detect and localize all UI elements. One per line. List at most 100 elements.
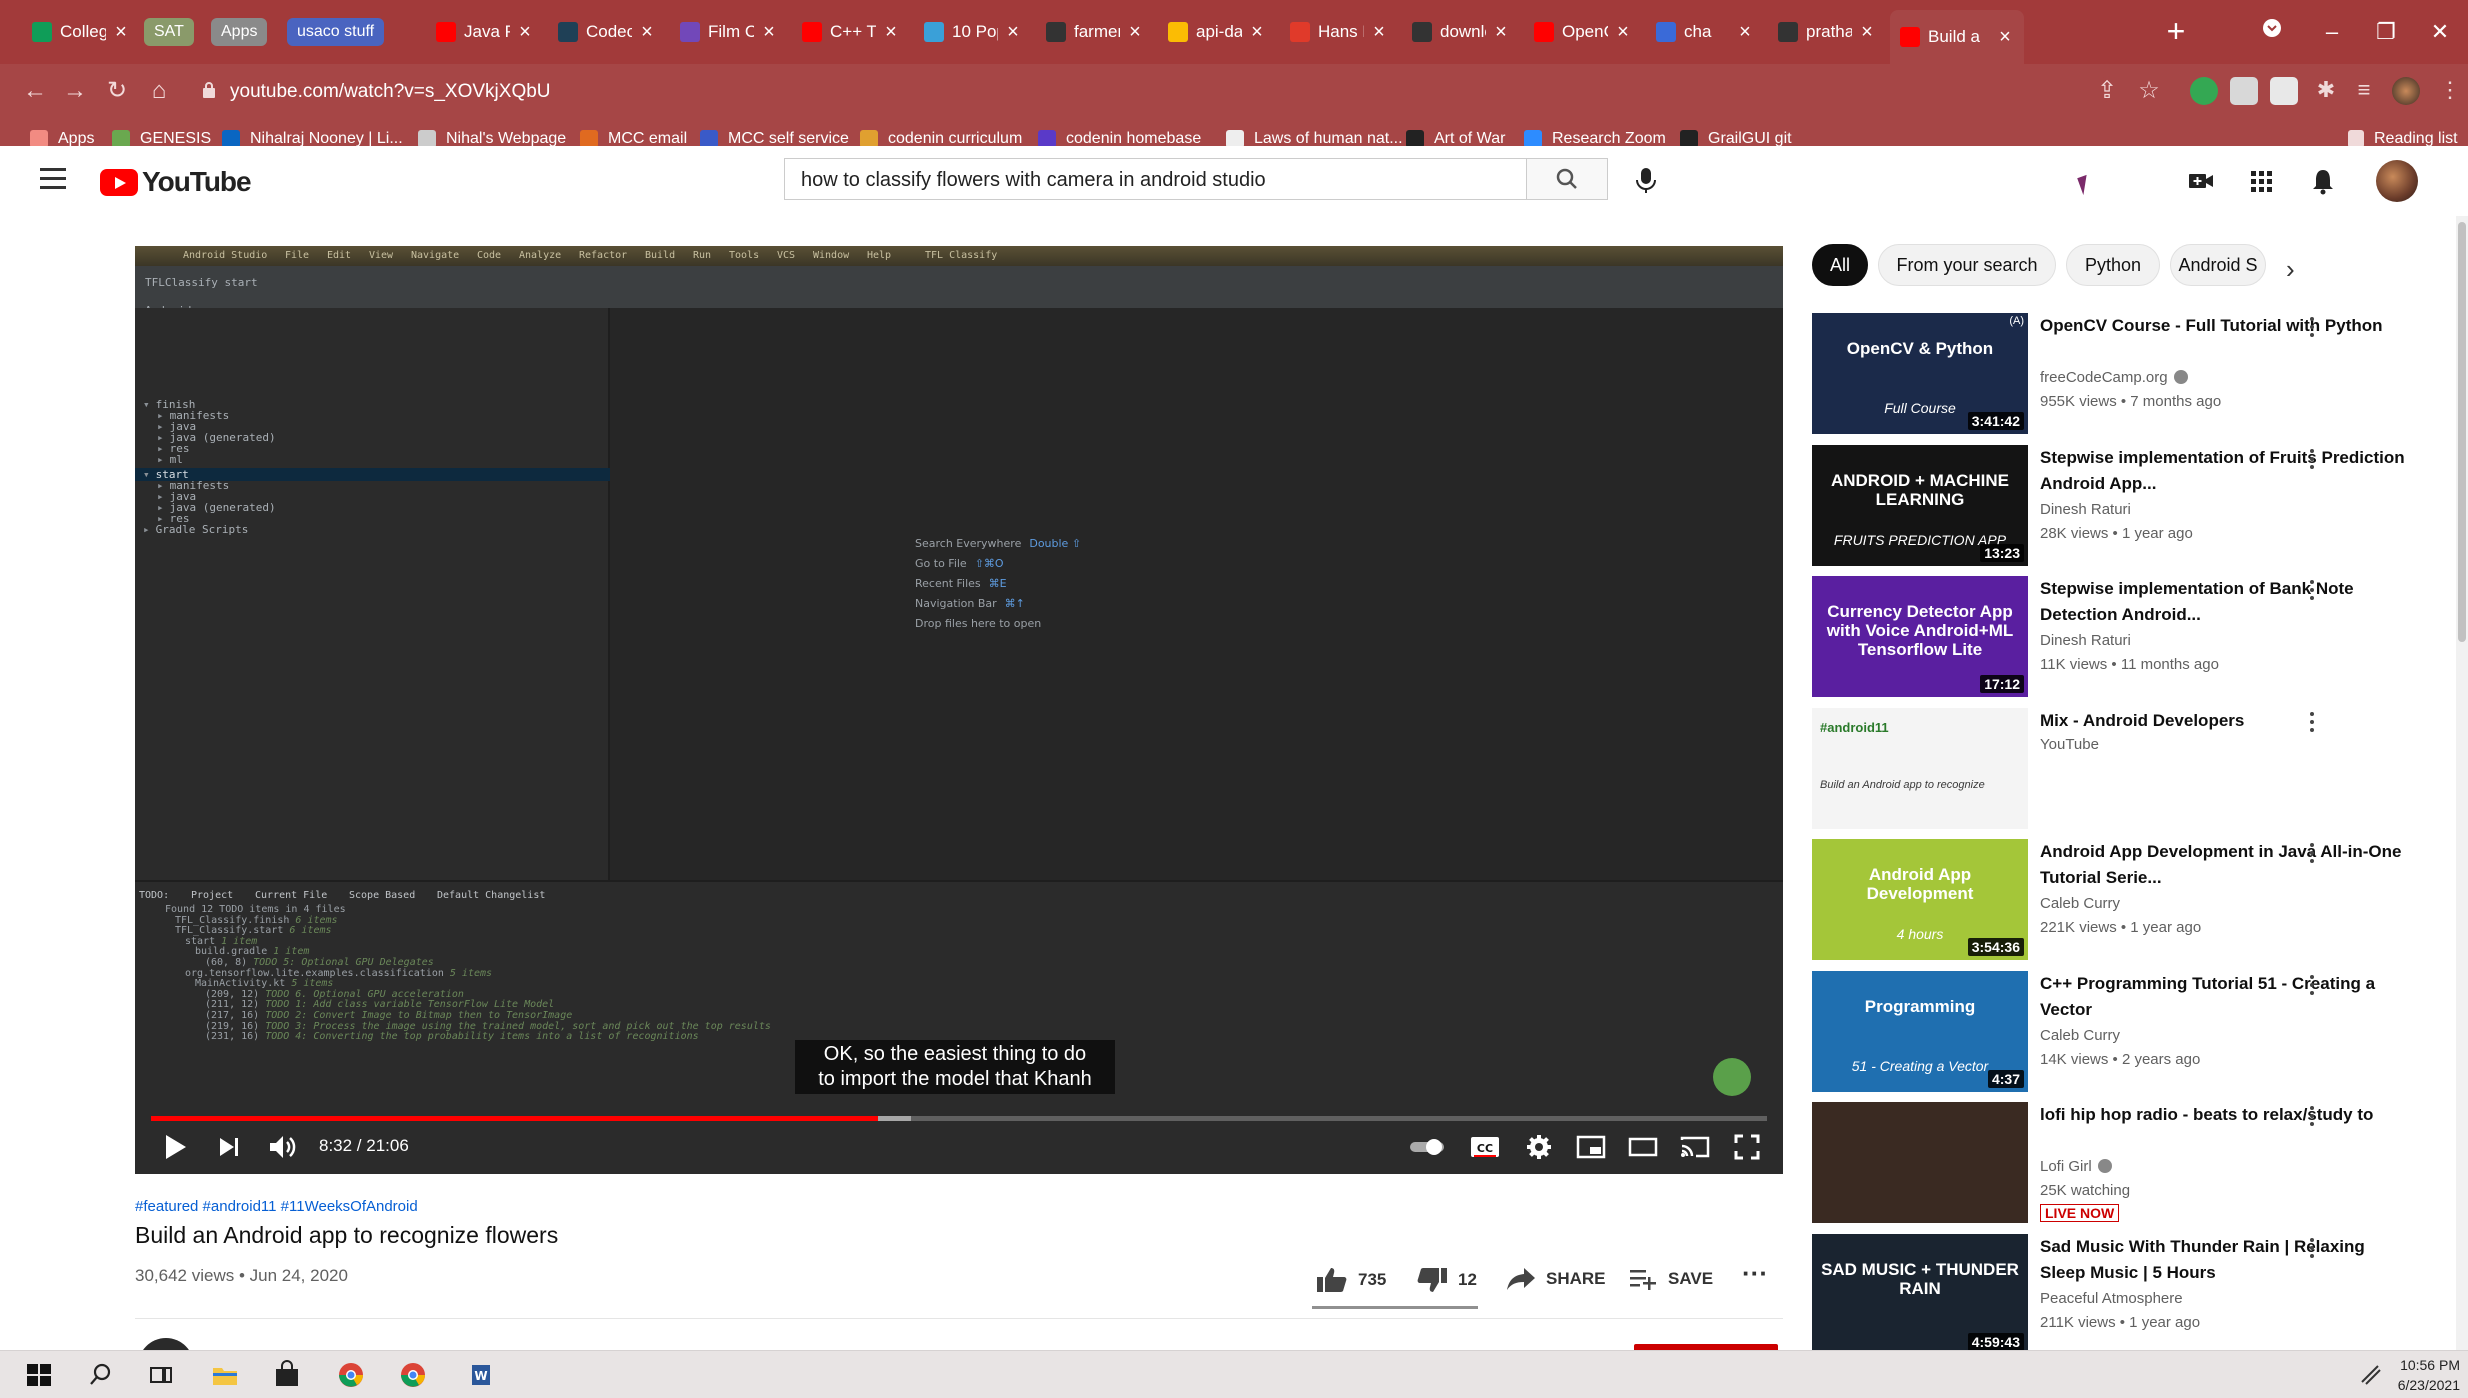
share-button[interactable]: SHARE bbox=[1506, 1266, 1606, 1292]
video-player[interactable]: Android Studio File Edit View Navigate Code An… bbox=[135, 246, 1783, 1174]
browser-menu-icon[interactable]: ⋮ bbox=[2436, 77, 2464, 105]
forward-icon[interactable]: → bbox=[58, 74, 92, 108]
menu-hamburger-icon[interactable] bbox=[40, 168, 66, 190]
more-options-icon[interactable] bbox=[2306, 317, 2318, 343]
reading-mode-icon[interactable]: ≡ bbox=[2350, 77, 2378, 105]
browser-tab[interactable]: farmer × bbox=[1036, 13, 1154, 51]
filter-chip[interactable]: All bbox=[1812, 244, 1868, 286]
tab-group-chip[interactable]: Apps bbox=[211, 18, 268, 46]
recommendation-item[interactable]: ANDROID + MACHINE LEARNING FRUITS PREDICT… bbox=[1812, 444, 2452, 569]
recommendation-item[interactable]: OpenCV & Python Full Course (A) 3:41:42 Open… bbox=[1812, 313, 2452, 437]
recommendation-thumbnail[interactable]: Currency Detector App with Voice Android… bbox=[1812, 576, 2028, 697]
recommendation-thumbnail[interactable]: #android11 Build an Android app to recogn… bbox=[1812, 707, 2028, 829]
active-tab[interactable]: Build a × bbox=[1890, 10, 2024, 64]
filter-chip[interactable]: Android S bbox=[2170, 244, 2266, 286]
next-button[interactable] bbox=[211, 1130, 247, 1164]
save-button[interactable]: SAVE bbox=[1628, 1266, 1713, 1292]
browser-tab[interactable]: prathar × bbox=[1768, 13, 1886, 51]
recommendation-channel[interactable]: Caleb Curry bbox=[2040, 1027, 2120, 1044]
search-button[interactable] bbox=[1526, 158, 1608, 200]
recommendation-title[interactable]: lofi hip hop radio - beats to relax/stud… bbox=[2040, 1102, 2410, 1128]
tab-close-icon[interactable]: × bbox=[882, 21, 900, 44]
browser-tab[interactable]: Film Cl × bbox=[670, 13, 788, 51]
apps-grid-icon[interactable] bbox=[2246, 166, 2276, 196]
chrome-icon[interactable] bbox=[398, 1360, 428, 1390]
youtube-logo[interactable]: YouTube bbox=[100, 166, 252, 198]
miniplayer-button[interactable] bbox=[1571, 1130, 1611, 1164]
video-progress-bar[interactable] bbox=[151, 1116, 1767, 1121]
tab-close-icon[interactable]: × bbox=[1370, 21, 1388, 44]
browser-tab[interactable]: Java Pr × bbox=[426, 13, 544, 51]
recommendation-thumbnail[interactable]: SAD MUSIC + THUNDER RAIN 4:59:43 bbox=[1812, 1233, 2028, 1355]
more-options-icon[interactable] bbox=[2306, 974, 2318, 1001]
like-button[interactable]: 735 bbox=[1316, 1266, 1386, 1294]
search-icon[interactable] bbox=[86, 1360, 116, 1390]
task-view-icon[interactable] bbox=[146, 1360, 176, 1390]
recommendation-item[interactable]: Programming 51 - Creating a Vector 4:37 C++… bbox=[1812, 970, 2452, 1095]
account-avatar[interactable] bbox=[2376, 160, 2418, 202]
browser-tab[interactable]: Codeca × bbox=[548, 13, 666, 51]
chrome-profile-icon[interactable] bbox=[336, 1360, 366, 1390]
recommendation-channel[interactable]: Dinesh Raturi bbox=[2040, 501, 2131, 518]
fullscreen-button[interactable] bbox=[1727, 1130, 1767, 1164]
recommendation-channel[interactable]: Dinesh Raturi bbox=[2040, 632, 2131, 649]
taskbar-clock[interactable]: 10:56 PM 6/23/2021 bbox=[2396, 1355, 2460, 1395]
profile-avatar[interactable] bbox=[2392, 77, 2420, 105]
back-icon[interactable]: ← bbox=[18, 74, 52, 108]
word-icon[interactable]: W bbox=[466, 1360, 496, 1390]
grammarly-extension-icon[interactable] bbox=[2190, 77, 2218, 105]
tab-group-chip[interactable]: SAT bbox=[144, 18, 194, 46]
recommendation-title[interactable]: Mix - Android Developers bbox=[2040, 708, 2410, 734]
tab-close-icon[interactable]: × bbox=[1492, 21, 1510, 44]
home-icon[interactable]: ⌂ bbox=[142, 74, 176, 108]
page-scrollbar[interactable] bbox=[2456, 216, 2468, 1350]
extension-icon[interactable] bbox=[2270, 77, 2298, 105]
tab-close-icon[interactable]: × bbox=[112, 21, 130, 44]
network-icon[interactable] bbox=[2356, 1360, 2386, 1390]
extension-icon[interactable] bbox=[2230, 77, 2258, 105]
more-options-icon[interactable] bbox=[2306, 448, 2318, 475]
recommendation-thumbnail[interactable]: Programming 51 - Creating a Vector 4:37 bbox=[1812, 970, 2028, 1092]
tab-search-icon[interactable] bbox=[2252, 14, 2292, 50]
file-explorer-icon[interactable] bbox=[210, 1360, 240, 1390]
puzzle-extensions-icon[interactable]: ✱ bbox=[2312, 77, 2340, 105]
more-options-icon[interactable] bbox=[2306, 1106, 2318, 1132]
autoplay-toggle[interactable] bbox=[1405, 1130, 1451, 1164]
browser-tab[interactable]: Hans R × bbox=[1280, 13, 1398, 51]
browser-tab[interactable]: C++ Tu × bbox=[792, 13, 910, 51]
tab-close-icon[interactable]: × bbox=[1858, 21, 1876, 44]
recommendation-title[interactable]: Stepwise implementation of Fruits Predic… bbox=[2040, 445, 2410, 497]
recommendation-channel[interactable]: Peaceful Atmosphere bbox=[2040, 1290, 2183, 1307]
chips-next-icon[interactable]: › bbox=[2286, 254, 2295, 285]
recommendation-title[interactable]: Stepwise implementation of Bank Note Det… bbox=[2040, 576, 2410, 628]
recommendation-channel[interactable]: YouTube bbox=[2040, 736, 2099, 753]
recommendation-channel[interactable]: Caleb Curry bbox=[2040, 895, 2120, 912]
browser-tab[interactable]: Colleg × bbox=[22, 13, 140, 51]
search-input[interactable]: how to classify flowers with camera in a… bbox=[784, 158, 1526, 200]
tab-group-chip[interactable]: usaco stuff bbox=[287, 18, 385, 46]
tab-close-icon[interactable]: × bbox=[1248, 21, 1266, 44]
omnibox[interactable]: youtube.com/watch?v=s_XOVkjXQbU bbox=[190, 73, 2110, 109]
minimize-button[interactable]: – bbox=[2312, 14, 2352, 50]
install-app-icon[interactable]: ⇪ bbox=[2090, 74, 2124, 108]
browser-tab[interactable]: downlo × bbox=[1402, 13, 1520, 51]
voice-search-icon[interactable] bbox=[1626, 160, 1666, 200]
volume-button[interactable] bbox=[263, 1130, 303, 1164]
recommendation-thumbnail[interactable]: Android App Development 4 hours 3:54:36 bbox=[1812, 839, 2028, 960]
store-icon[interactable] bbox=[272, 1360, 302, 1390]
more-options-icon[interactable] bbox=[2306, 580, 2318, 606]
browser-tab[interactable]: OpenG × bbox=[1524, 13, 1642, 51]
captions-button[interactable]: CC bbox=[1465, 1130, 1505, 1164]
recommendation-title[interactable]: Sad Music With Thunder Rain | Relaxing S… bbox=[2040, 1234, 2410, 1286]
tab-close-icon[interactable]: × bbox=[1004, 21, 1022, 44]
more-options-icon[interactable] bbox=[2306, 1237, 2318, 1264]
settings-button[interactable] bbox=[1519, 1130, 1559, 1164]
notifications-bell-icon[interactable] bbox=[2308, 166, 2338, 196]
browser-tab[interactable]: api-da × bbox=[1158, 13, 1276, 51]
more-options-icon[interactable] bbox=[2306, 843, 2318, 869]
close-window-button[interactable]: ✕ bbox=[2420, 14, 2460, 50]
recommendation-channel[interactable]: freeCodeCamp.org bbox=[2040, 369, 2188, 386]
more-options-icon[interactable] bbox=[2306, 711, 2318, 738]
bookmark-star-icon[interactable]: ☆ bbox=[2132, 74, 2166, 108]
recommendation-item[interactable]: SAD MUSIC + THUNDER RAIN 4:59:43 Sad Music… bbox=[1812, 1233, 2452, 1358]
